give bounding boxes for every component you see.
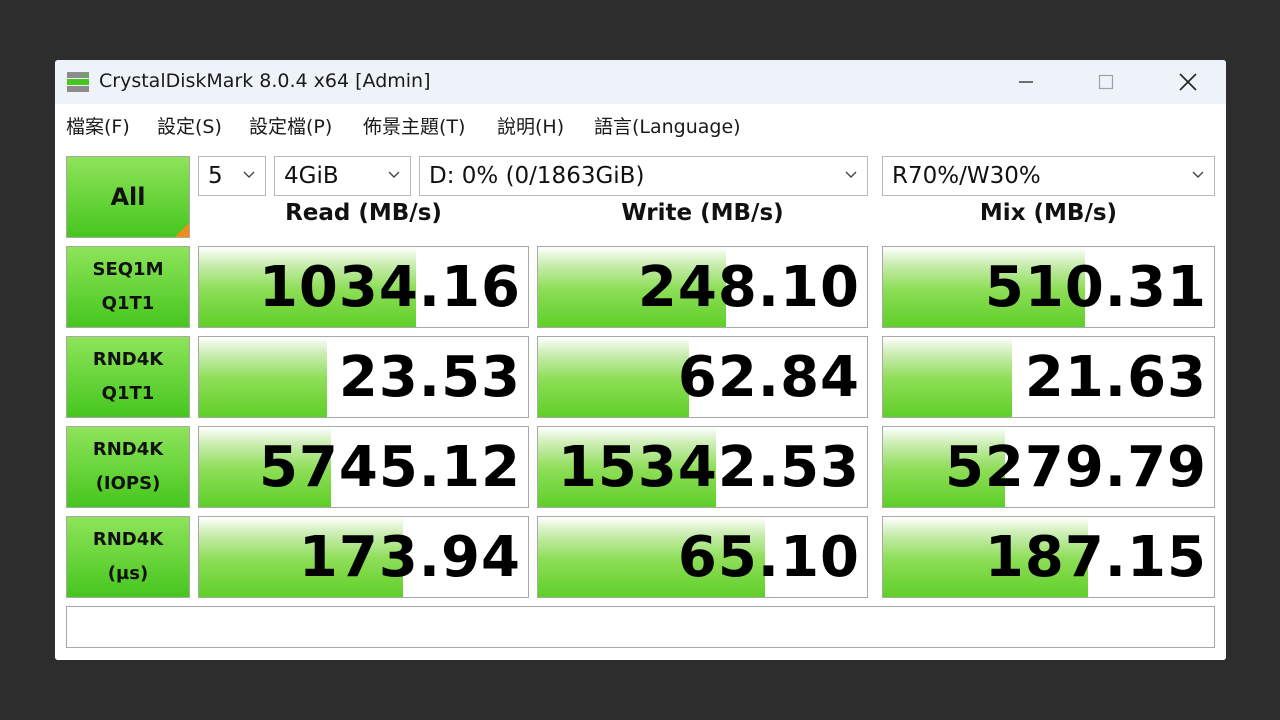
result-value: 248.10 xyxy=(637,254,860,320)
result-cell: 1034.16 xyxy=(198,246,529,328)
menu-profile[interactable]: 設定檔(P) xyxy=(249,112,332,139)
app-icon xyxy=(67,72,89,92)
write-column-header: Write (MB/s) xyxy=(621,200,784,226)
drive-select[interactable]: D: 0% (0/1863GiB) xyxy=(419,156,868,196)
result-cell: 65.10 xyxy=(537,516,868,598)
result-cell: 62.84 xyxy=(537,336,868,418)
all-button-label: All xyxy=(110,183,146,211)
result-value: 187.15 xyxy=(984,524,1207,590)
chevron-down-icon xyxy=(1192,171,1204,178)
score-bar xyxy=(199,337,328,417)
close-button[interactable] xyxy=(1158,60,1218,104)
menu-settings[interactable]: 設定(S) xyxy=(157,112,222,139)
minimize-icon xyxy=(1019,81,1033,83)
row-label-line2: Q1T1 xyxy=(101,293,155,314)
result-value: 510.31 xyxy=(984,254,1207,320)
chevron-down-icon xyxy=(388,171,400,178)
read-column-header: Read (MB/s) xyxy=(285,200,442,226)
result-value: 62.84 xyxy=(677,344,860,410)
result-value: 23.53 xyxy=(338,344,521,410)
row-label-line1: RND4K xyxy=(92,349,164,370)
maximize-button[interactable] xyxy=(1076,60,1136,104)
result-value: 21.63 xyxy=(1024,344,1207,410)
menu-language[interactable]: 語言(Language) xyxy=(594,112,741,139)
result-cell: 248.10 xyxy=(537,246,868,328)
minimize-button[interactable] xyxy=(996,60,1056,104)
corner-marker xyxy=(175,223,189,237)
seq1m-q1t1-button[interactable]: SEQ1M Q1T1 xyxy=(66,246,190,328)
result-cell: 510.31 xyxy=(882,246,1215,328)
mix-column-header: Mix (MB/s) xyxy=(979,200,1118,226)
result-cell: 187.15 xyxy=(882,516,1215,598)
maximize-icon xyxy=(1098,74,1114,90)
menu-help[interactable]: 說明(H) xyxy=(497,112,564,139)
row-label-line1: SEQ1M xyxy=(92,259,164,280)
mix-ratio-value: R70%/W30% xyxy=(892,163,1041,189)
result-value: 65.10 xyxy=(677,524,860,590)
status-field[interactable] xyxy=(66,606,1215,648)
window-title: CrystalDiskMark 8.0.4 x64 [Admin] xyxy=(99,70,431,92)
row-label-line1: RND4K xyxy=(92,439,164,460)
score-bar xyxy=(883,337,1013,417)
app-window: CrystalDiskMark 8.0.4 x64 [Admin] 檔案(F) … xyxy=(55,60,1226,660)
result-cell: 21.63 xyxy=(882,336,1215,418)
result-value: 173.94 xyxy=(298,524,521,590)
row-label-line2: Q1T1 xyxy=(101,383,155,404)
result-cell: 23.53 xyxy=(198,336,529,418)
menu-theme[interactable]: 佈景主題(T) xyxy=(363,112,465,139)
score-bar xyxy=(538,337,690,417)
rnd4k-q1t1-button[interactable]: RND4K Q1T1 xyxy=(66,336,190,418)
result-value: 5279.79 xyxy=(944,434,1207,500)
test-count-value: 5 xyxy=(208,163,223,189)
all-button[interactable]: All xyxy=(66,156,190,238)
benchmark-panel: All 5 4GiB D: 0% (0/1863GiB) R70%/W30% R… xyxy=(55,144,1226,660)
drive-value: D: 0% (0/1863GiB) xyxy=(429,163,645,189)
result-cell: 5279.79 xyxy=(882,426,1215,508)
close-icon xyxy=(1179,73,1197,91)
menu-bar: 檔案(F) 設定(S) 設定檔(P) 佈景主題(T) 說明(H) 語言(Lang… xyxy=(55,104,1226,144)
row-label-line1: RND4K xyxy=(92,529,164,550)
result-cell: 15342.53 xyxy=(537,426,868,508)
result-cell: 5745.12 xyxy=(198,426,529,508)
test-size-select[interactable]: 4GiB xyxy=(274,156,411,196)
rnd4k-latency-button[interactable]: RND4K (µs) xyxy=(66,516,190,598)
row-label-line2: (µs) xyxy=(107,563,149,584)
chevron-down-icon xyxy=(243,171,255,178)
chevron-down-icon xyxy=(845,171,857,178)
mix-ratio-select[interactable]: R70%/W30% xyxy=(882,156,1215,196)
result-cell: 173.94 xyxy=(198,516,529,598)
test-count-select[interactable]: 5 xyxy=(198,156,266,196)
test-size-value: 4GiB xyxy=(284,163,339,189)
menu-file[interactable]: 檔案(F) xyxy=(66,112,130,139)
result-value: 5745.12 xyxy=(258,434,521,500)
result-value: 15342.53 xyxy=(557,434,860,500)
row-label-line2: (IOPS) xyxy=(95,473,161,494)
title-bar: CrystalDiskMark 8.0.4 x64 [Admin] xyxy=(55,60,1226,104)
result-value: 1034.16 xyxy=(258,254,521,320)
rnd4k-iops-button[interactable]: RND4K (IOPS) xyxy=(66,426,190,508)
